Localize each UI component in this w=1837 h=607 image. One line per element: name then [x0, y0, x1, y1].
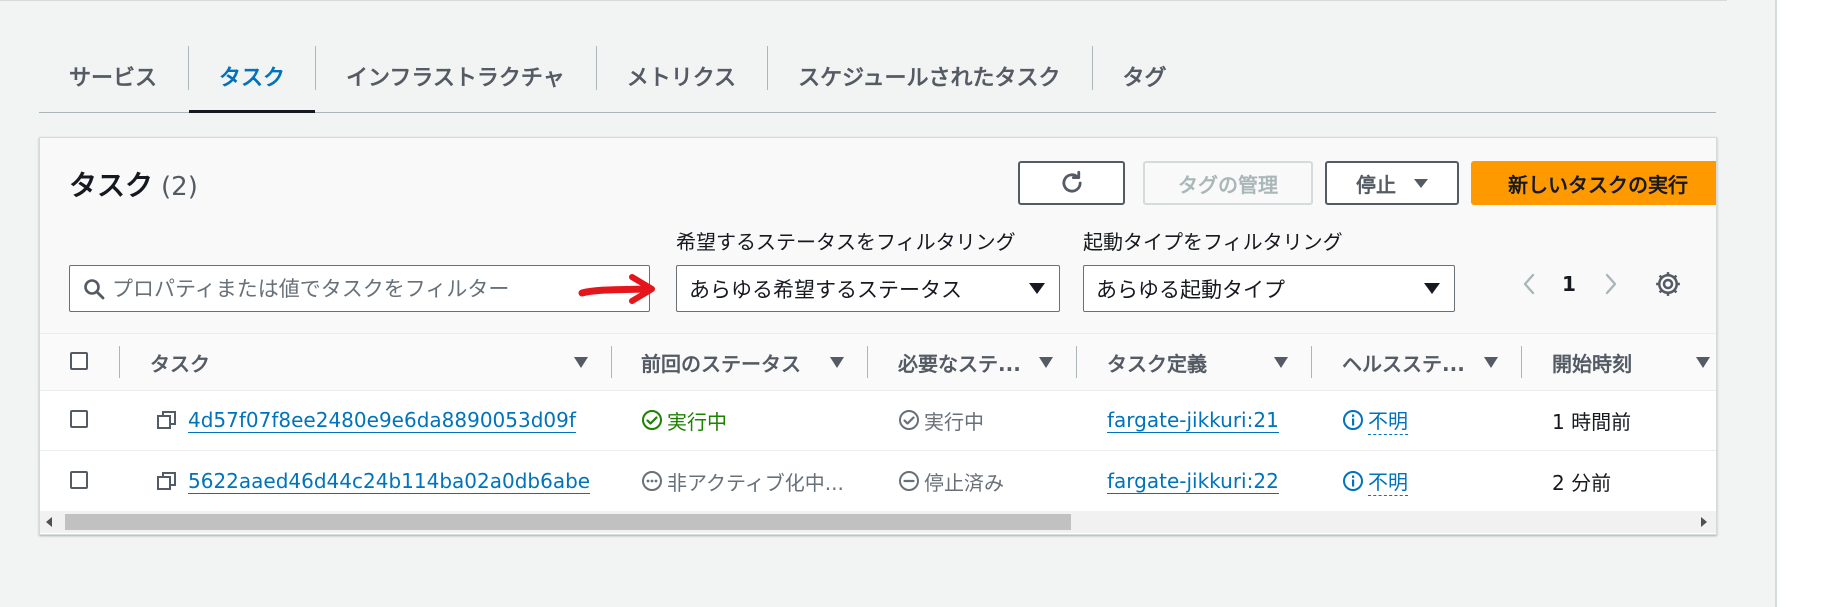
health-status-popover-trigger[interactable]: 不明 [1368, 405, 1408, 435]
task-definition-link[interactable]: fargate-jikkuri:21 [1107, 408, 1279, 433]
sort-icon[interactable] [1484, 357, 1498, 368]
row-checkbox[interactable] [70, 471, 88, 489]
desired-status-select[interactable]: あらゆる希望するステータス [676, 265, 1060, 312]
copy-icon[interactable] [156, 470, 178, 492]
desired-status-cell: 停止済み [898, 451, 1004, 511]
column-header-started-at[interactable]: 開始時刻 [1552, 334, 1632, 390]
refresh-button[interactable] [1018, 161, 1125, 205]
column-header-task-definition[interactable]: タスク定義 [1107, 334, 1207, 390]
search-icon [84, 278, 105, 299]
panel-title: タスク (2) [69, 169, 198, 202]
tab-tasks[interactable]: タスク [189, 40, 316, 113]
pagination: 1 [1518, 270, 1622, 298]
tasks-panel: タスク (2) タグの管理 停止 新しいタスクの実行 希望するステータスをフィルタ… [39, 137, 1717, 535]
health-status-cell: 不明 [1342, 451, 1408, 511]
manage-tags-button[interactable]: タグの管理 [1143, 161, 1313, 205]
caret-down-icon [1424, 283, 1440, 294]
task-cell: 5622aaed46d44c24b114ba02a0db6abe [156, 451, 591, 511]
task-cell: 4d57f07f8ee2480e9e6da8890053d09f [156, 390, 576, 450]
health-status-popover-trigger[interactable]: 不明 [1368, 466, 1408, 496]
tab-infrastructure[interactable]: インフラストラクチャ [316, 40, 596, 112]
tab-services[interactable]: サービス [39, 40, 188, 112]
health-status-cell: 不明 [1342, 390, 1408, 450]
column-divider [1311, 346, 1312, 378]
info-icon [1343, 410, 1363, 430]
panel-header: タスク (2) タグの管理 停止 新しいタスクの実行 希望するステータスをフィルタ… [40, 138, 1716, 333]
column-header-health-status[interactable]: ヘルスステ... [1342, 334, 1465, 390]
desired-status-filter-label: 希望するステータスをフィルタリング [676, 230, 1016, 254]
chevron-left-icon[interactable] [1518, 270, 1542, 298]
column-divider [1521, 346, 1522, 378]
pending-circle-icon [642, 471, 662, 491]
top-divider [0, 0, 1727, 1]
horizontal-scrollbar[interactable] [40, 511, 1716, 533]
search-input[interactable] [110, 275, 584, 302]
stopped-circle-icon [899, 471, 919, 491]
right-side-pane [1777, 0, 1837, 607]
last-status-cell: 実行中 [641, 390, 727, 450]
launch-type-filter-label: 起動タイプをフィルタリング [1083, 230, 1343, 254]
table-row: 4d57f07f8ee2480e9e6da8890053d09f 実行中 実行中… [40, 390, 1716, 451]
launch-type-select[interactable]: あらゆる起動タイプ [1083, 265, 1455, 312]
tab-tags[interactable]: タグ [1093, 40, 1198, 112]
task-definition-cell: fargate-jikkuri:21 [1107, 390, 1279, 450]
copy-icon[interactable] [156, 409, 178, 431]
tab-metrics[interactable]: メトリクス [597, 40, 767, 112]
last-status-cell: 非アクティブ化中... [641, 451, 844, 511]
scroll-left-arrow-icon[interactable] [46, 517, 52, 527]
chevron-right-icon[interactable] [1598, 270, 1622, 298]
select-all-checkbox[interactable] [70, 352, 88, 370]
caret-down-icon [1029, 283, 1045, 294]
column-divider [611, 346, 612, 378]
task-definition-link[interactable]: fargate-jikkuri:22 [1107, 469, 1279, 494]
search-field[interactable] [69, 265, 650, 312]
scrollbar-thumb[interactable] [65, 514, 1071, 530]
scroll-right-arrow-icon[interactable] [1701, 517, 1707, 527]
column-header-last-status[interactable]: 前回のステータス [641, 334, 801, 390]
row-checkbox[interactable] [70, 410, 88, 428]
sort-icon[interactable] [830, 357, 844, 368]
table-header: タスク 前回のステータス 必要なステ... タスク定義 ヘルスステ... 開始時… [40, 333, 1716, 391]
info-icon [1343, 471, 1363, 491]
task-id-link[interactable]: 5622aaed46d44c24b114ba02a0db6abe [188, 469, 591, 494]
desired-status-cell: 実行中 [898, 390, 984, 450]
chevron-down-icon [1414, 178, 1428, 188]
task-count: (2) [161, 172, 198, 202]
run-new-task-button[interactable]: 新しいタスクの実行 [1471, 161, 1716, 205]
settings-gear-icon[interactable] [1653, 269, 1683, 299]
sort-icon[interactable] [1696, 357, 1710, 368]
current-page[interactable]: 1 [1562, 272, 1576, 296]
column-divider [867, 346, 868, 378]
sort-icon[interactable] [1274, 357, 1288, 368]
started-at-cell: 1 時間前 [1552, 409, 1632, 434]
annotation-arrow [578, 274, 655, 304]
sort-icon[interactable] [574, 357, 588, 368]
task-id-link[interactable]: 4d57f07f8ee2480e9e6da8890053d09f [188, 408, 576, 433]
tab-bar: サービス タスク インフラストラクチャ メトリクス スケジュールされたタスク タ… [39, 40, 1716, 113]
check-circle-icon [899, 410, 919, 430]
started-at-cell: 2 分前 [1552, 470, 1612, 495]
task-definition-cell: fargate-jikkuri:22 [1107, 451, 1279, 511]
table-row: 5622aaed46d44c24b114ba02a0db6abe 非アクティブ化… [40, 451, 1716, 512]
column-header-task[interactable]: タスク [150, 334, 210, 390]
column-divider [1076, 346, 1077, 378]
refresh-icon [1061, 170, 1082, 193]
stop-button[interactable]: 停止 [1325, 161, 1459, 205]
check-circle-icon [642, 410, 662, 430]
sort-icon[interactable] [1039, 357, 1053, 368]
column-header-desired-status[interactable]: 必要なステ... [898, 334, 1021, 390]
tab-scheduled-tasks[interactable]: スケジュールされたタスク [768, 40, 1091, 112]
column-divider [119, 346, 120, 378]
